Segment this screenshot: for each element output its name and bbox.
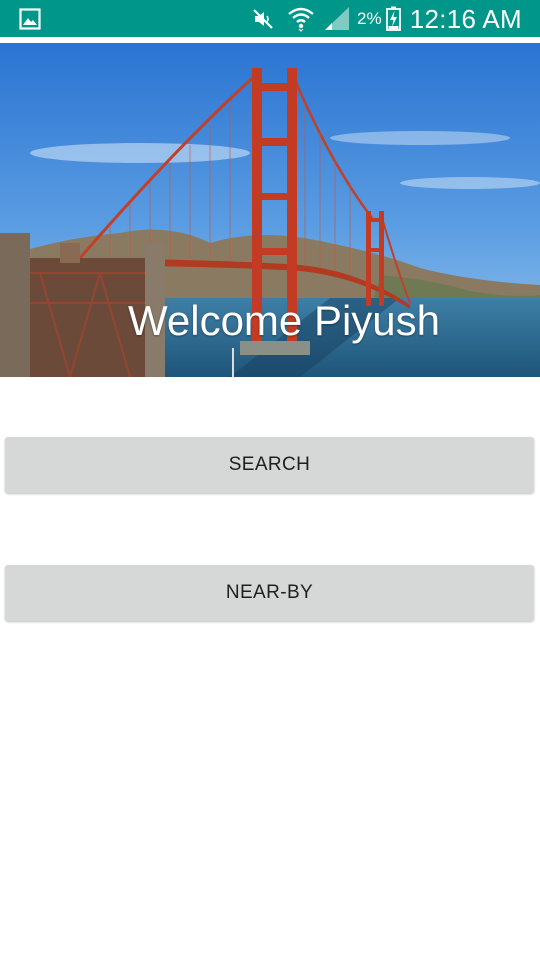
search-button[interactable]: SEARCH <box>5 437 534 493</box>
mute-icon <box>253 9 273 29</box>
app-screen: 2% 12:16 AM Welcome Piyush SEARCH NEAR-B… <box>0 0 540 960</box>
battery-charging-icon <box>386 6 401 31</box>
status-bar: 2% 12:16 AM <box>0 0 540 37</box>
welcome-text: Welcome Piyush <box>128 297 441 344</box>
hero-banner: Welcome Piyush <box>0 43 540 377</box>
gallery-icon <box>19 8 41 30</box>
near-by-button[interactable]: NEAR-BY <box>5 565 534 621</box>
wifi-icon <box>288 7 314 32</box>
battery-percentage: 2% <box>357 9 382 28</box>
status-clock: 12:16 AM <box>409 4 522 34</box>
signal-icon <box>325 7 349 30</box>
